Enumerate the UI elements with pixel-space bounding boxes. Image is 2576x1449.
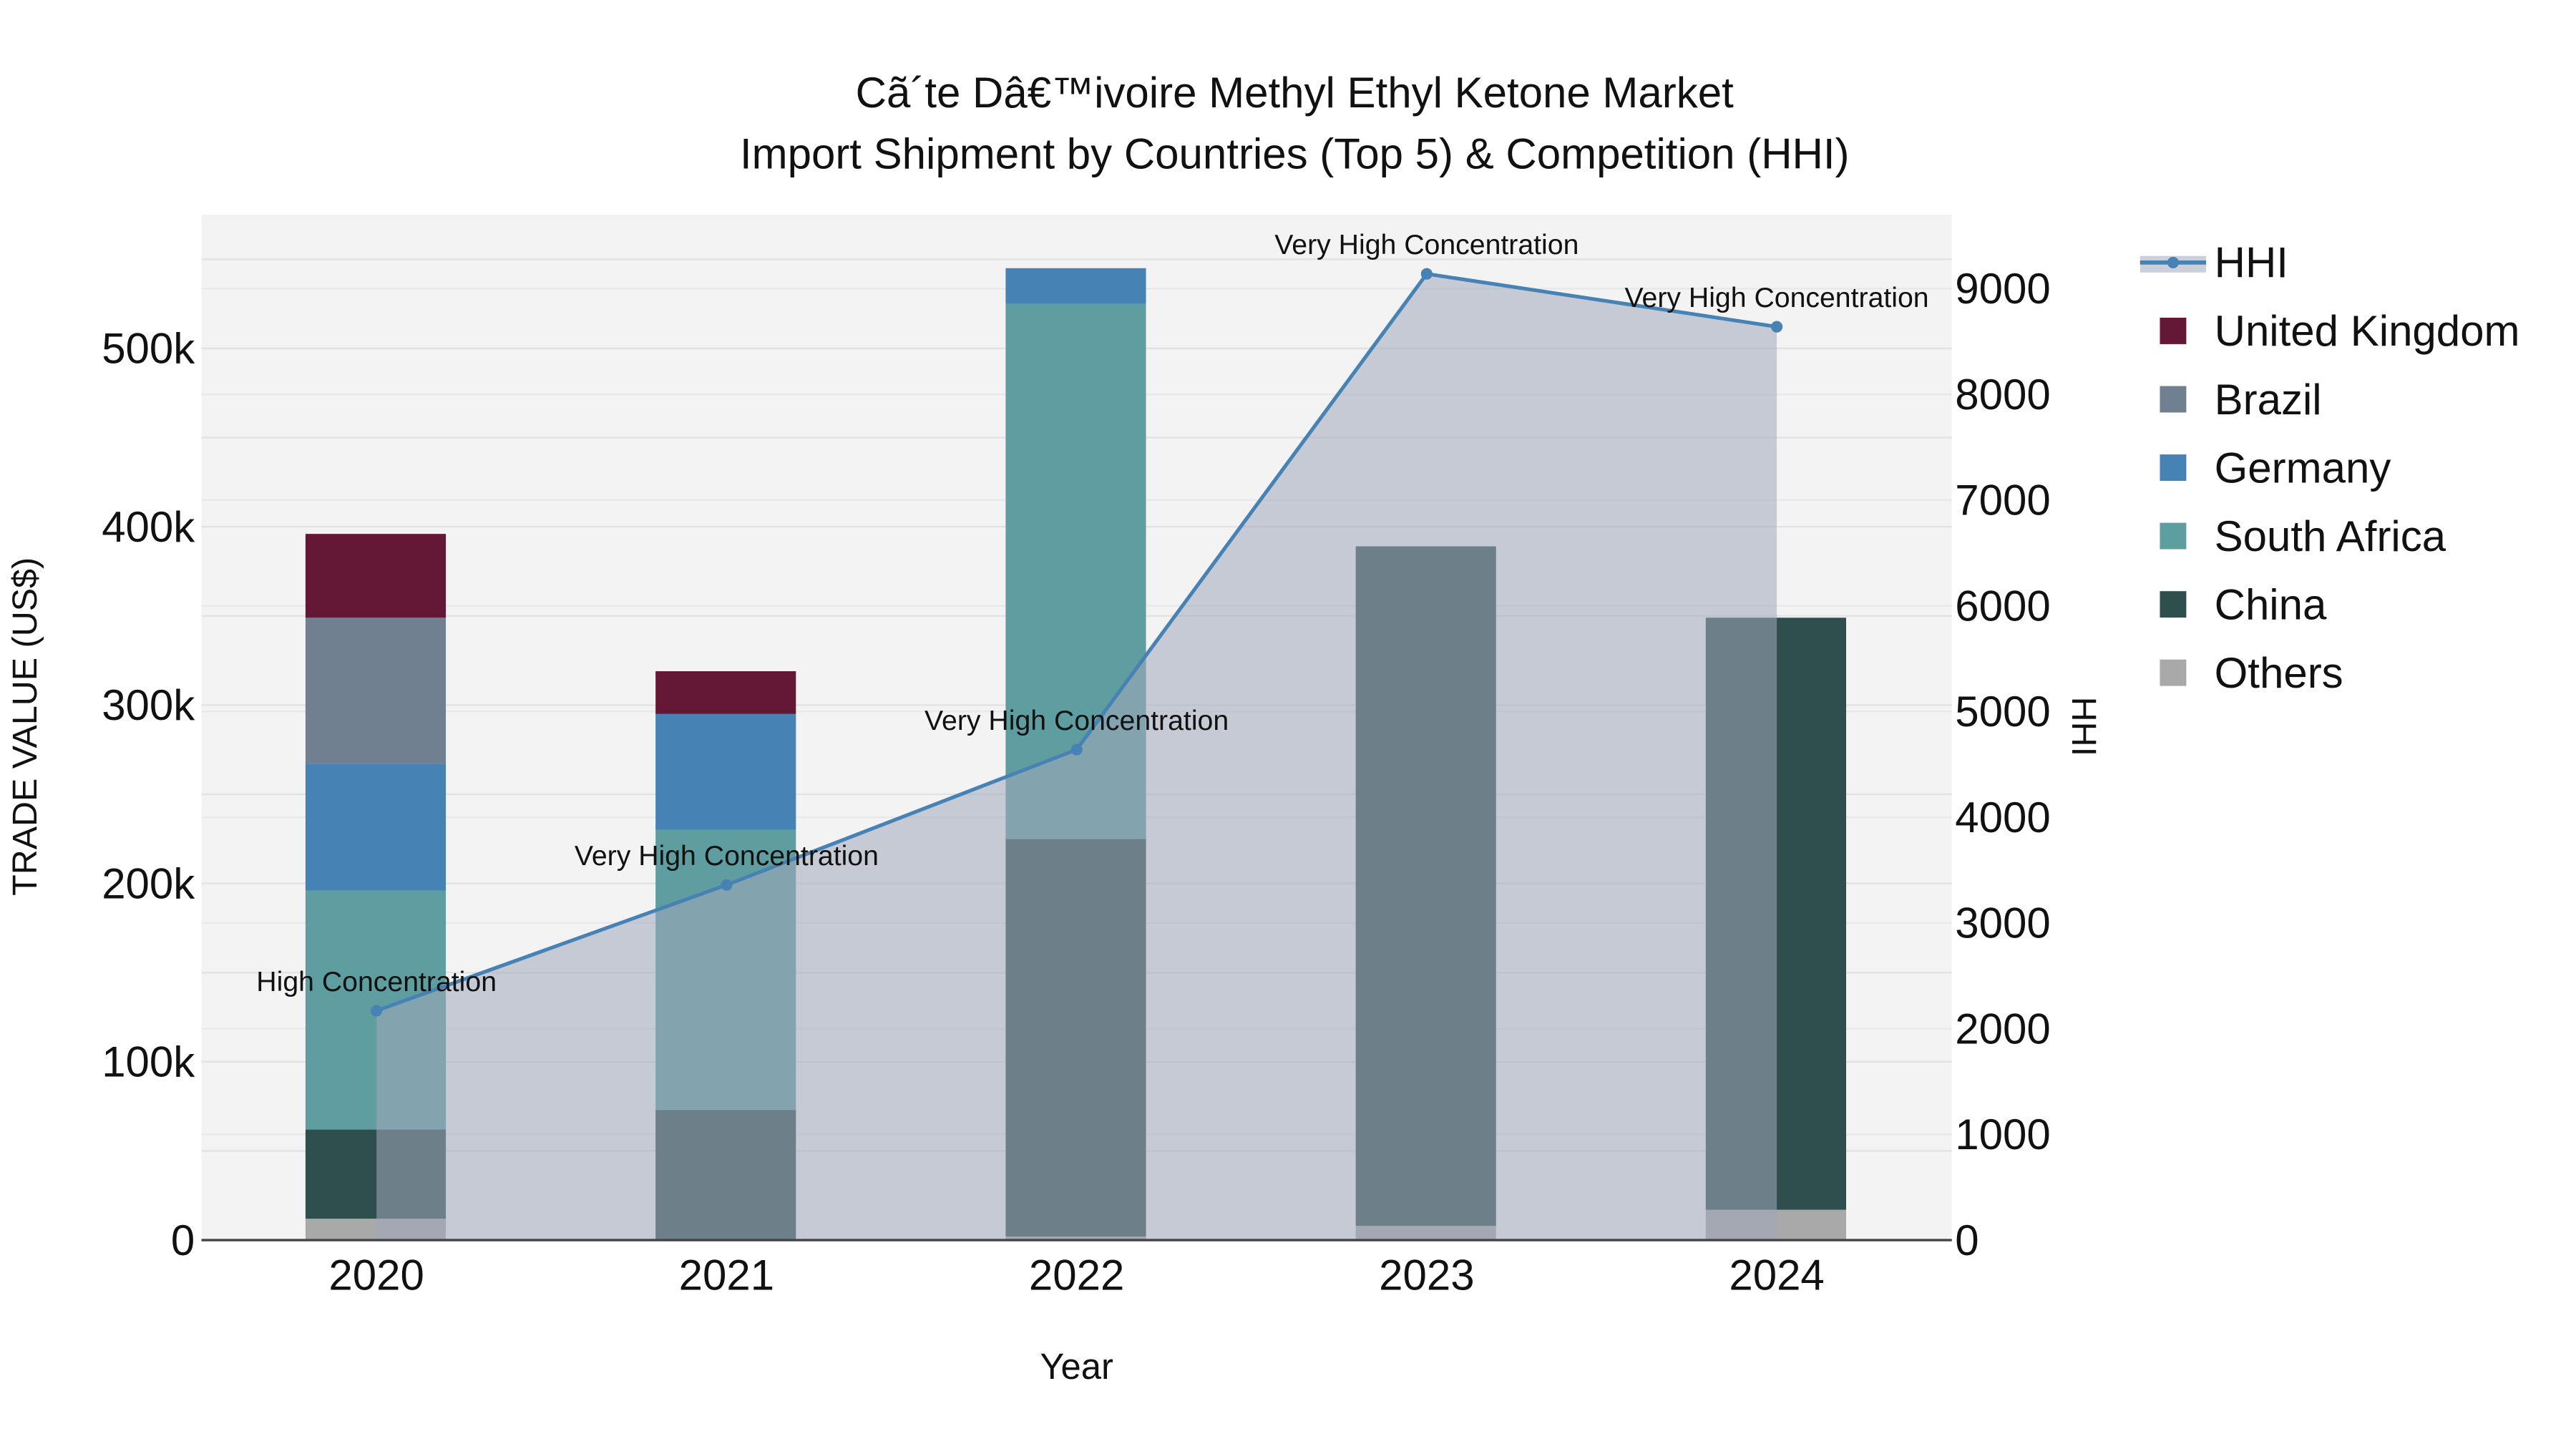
y2-tick-label: 9000 xyxy=(1955,265,2050,313)
legend-label: Others xyxy=(2215,649,2343,697)
legend-swatch xyxy=(2160,318,2187,344)
hhi-point xyxy=(1420,268,1433,280)
y2-tick-label: 3000 xyxy=(1955,899,2050,947)
x-tick-label: 2022 xyxy=(1029,1251,1124,1299)
x-tick-label: 2021 xyxy=(679,1251,774,1299)
bar-brazil xyxy=(305,618,447,764)
y-tick-label: 100k xyxy=(102,1038,195,1086)
x-tick-label: 2020 xyxy=(328,1251,424,1299)
y-axis-label: TRADE VALUE (US$) xyxy=(6,557,44,896)
hhi-point xyxy=(371,1005,383,1017)
y-tick-label: 500k xyxy=(102,325,195,373)
y2-tick-label: 4000 xyxy=(1955,794,2050,841)
bar-united-kingdom xyxy=(305,534,447,618)
legend-swatch xyxy=(2160,522,2187,550)
x-tick-label: 2023 xyxy=(1379,1251,1474,1299)
y2-tick-label: 2000 xyxy=(1955,1005,2050,1053)
bar-united-kingdom xyxy=(655,671,796,714)
legend-label: China xyxy=(2215,580,2327,628)
legend-swatch xyxy=(2160,386,2187,413)
legend: HHI United Kingdom Brazil Germany South Afri… xyxy=(2140,239,2520,697)
y2-tick-label: 6000 xyxy=(1955,582,2050,630)
legend-label: HHI xyxy=(2215,239,2288,287)
y2-tick-label: 1000 xyxy=(1955,1111,2050,1158)
hhi-annotation: Very High Concentration xyxy=(575,840,879,872)
legend-hhi-marker xyxy=(2167,256,2179,268)
y-tick-label: 0 xyxy=(171,1216,195,1264)
hhi-annotation: Very High Concentration xyxy=(1625,282,1929,313)
legend-swatch xyxy=(2160,454,2187,481)
y2-axis-label: HHI xyxy=(2064,697,2103,756)
bar-germany xyxy=(655,713,796,830)
y-tick-label: 200k xyxy=(102,859,195,907)
hhi-annotation: Very High Concentration xyxy=(924,705,1229,736)
legend-label: Germany xyxy=(2215,444,2391,492)
y-tick-label: 400k xyxy=(102,503,195,551)
chart: Cã´te Dâ€™ivoire Methyl Ethyl Ketone Mar… xyxy=(6,69,2520,1387)
x-tick-label: 2024 xyxy=(1729,1251,1824,1299)
bar-germany xyxy=(305,763,447,891)
legend-label: Brazil xyxy=(2215,376,2322,424)
hhi-point xyxy=(1070,743,1083,756)
x-axis-label: Year xyxy=(1040,1346,1113,1387)
bar-germany xyxy=(1005,268,1146,304)
y2-tick-label: 7000 xyxy=(1955,477,2050,525)
hhi-annotation: Very High Concentration xyxy=(1274,229,1579,260)
y2-tick-label: 0 xyxy=(1955,1216,1979,1264)
hhi-point xyxy=(721,879,733,891)
y2-tick-label: 8000 xyxy=(1955,371,2050,419)
legend-swatch xyxy=(2160,659,2187,686)
legend-label: United Kingdom xyxy=(2215,307,2520,355)
hhi-annotation: High Concentration xyxy=(256,966,497,997)
legend-swatch xyxy=(2160,591,2187,618)
y-tick-label: 300k xyxy=(102,681,195,729)
hhi-point xyxy=(1771,321,1783,333)
legend-label: South Africa xyxy=(2215,512,2446,560)
chart-subtitle: Import Shipment by Countries (Top 5) & C… xyxy=(740,130,1850,177)
chart-title: Cã´te Dâ€™ivoire Methyl Ethyl Ketone Mar… xyxy=(856,69,1734,117)
y2-tick-label: 5000 xyxy=(1955,688,2050,736)
